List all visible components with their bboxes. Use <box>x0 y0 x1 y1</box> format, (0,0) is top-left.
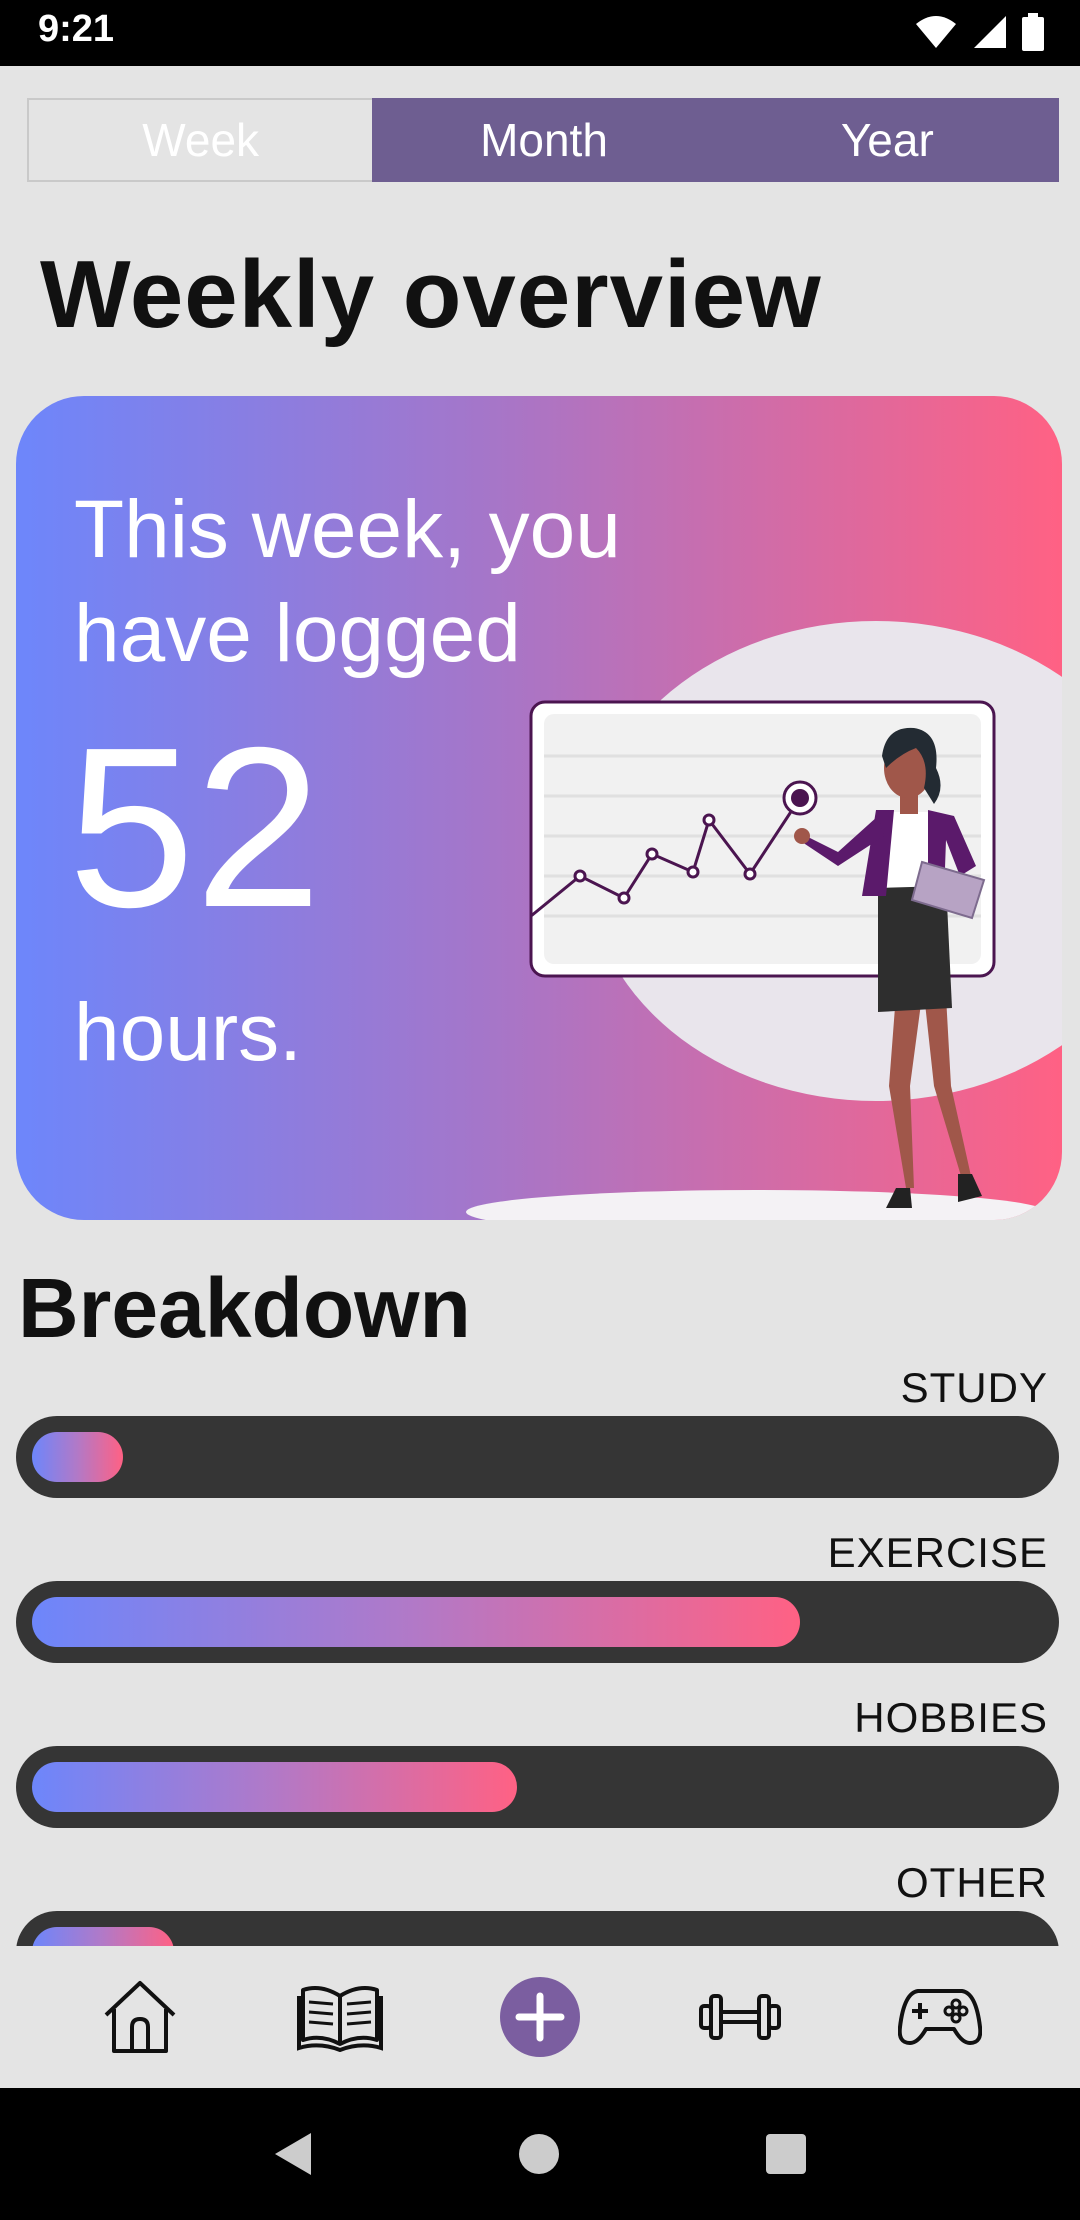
period-tabs: Week Month Year <box>27 98 1059 182</box>
logged-hours-unit: hours. <box>74 987 302 1078</box>
tab-month[interactable]: Month <box>372 98 716 182</box>
page-title: Weekly overview <box>40 241 822 348</box>
add-icon <box>500 1977 580 2057</box>
home-icon <box>104 1981 176 2053</box>
exercise-progress-bar <box>16 1581 1059 1663</box>
nav-hobbies[interactable] <box>880 1957 1000 2077</box>
status-time: 9:21 <box>38 8 115 50</box>
logged-hours-value: 52 <box>68 701 322 955</box>
exercise-label: EXERCISE <box>827 1529 1048 1576</box>
weekly-summary-card: This week, you have logged 52 hours. <box>16 396 1062 1220</box>
tab-month-label: Month <box>480 114 608 166</box>
recents-icon[interactable] <box>765 2133 807 2175</box>
status-icons <box>914 12 1044 52</box>
study-progress-bar <box>16 1416 1059 1498</box>
wifi-icon <box>916 16 956 48</box>
home-button-icon[interactable] <box>518 2133 560 2175</box>
tab-week[interactable]: Week <box>27 98 373 182</box>
tab-year[interactable]: Year <box>715 98 1059 182</box>
nav-add[interactable] <box>480 1957 600 2077</box>
bottom-nav <box>0 1946 1080 2088</box>
book-icon <box>297 1986 383 2052</box>
other-label: OTHER <box>896 1859 1048 1906</box>
battery-icon <box>1022 13 1044 51</box>
breakdown-title: Breakdown <box>18 1261 471 1355</box>
study-progress-fill <box>32 1432 123 1482</box>
status-bar: 9:21 <box>0 0 1080 66</box>
dumbbell-icon <box>699 1994 781 2040</box>
hobbies-progress-bar <box>16 1746 1059 1828</box>
study-label: STUDY <box>900 1364 1048 1411</box>
exercise-progress-fill <box>32 1597 800 1647</box>
system-nav-bar <box>0 2088 1080 2220</box>
hobbies-label: HOBBIES <box>854 1694 1048 1741</box>
back-icon[interactable] <box>273 2131 313 2177</box>
signal-icon <box>974 16 1006 48</box>
nav-home[interactable] <box>80 1957 200 2077</box>
hobbies-progress-fill <box>32 1762 517 1812</box>
hero-intro-text: This week, you have logged <box>74 484 621 679</box>
tab-week-label: Week <box>142 114 260 166</box>
nav-study[interactable] <box>280 1957 400 2077</box>
gamepad-icon <box>898 1989 982 2045</box>
nav-exercise[interactable] <box>680 1957 800 2077</box>
tab-year-label: Year <box>840 114 934 166</box>
